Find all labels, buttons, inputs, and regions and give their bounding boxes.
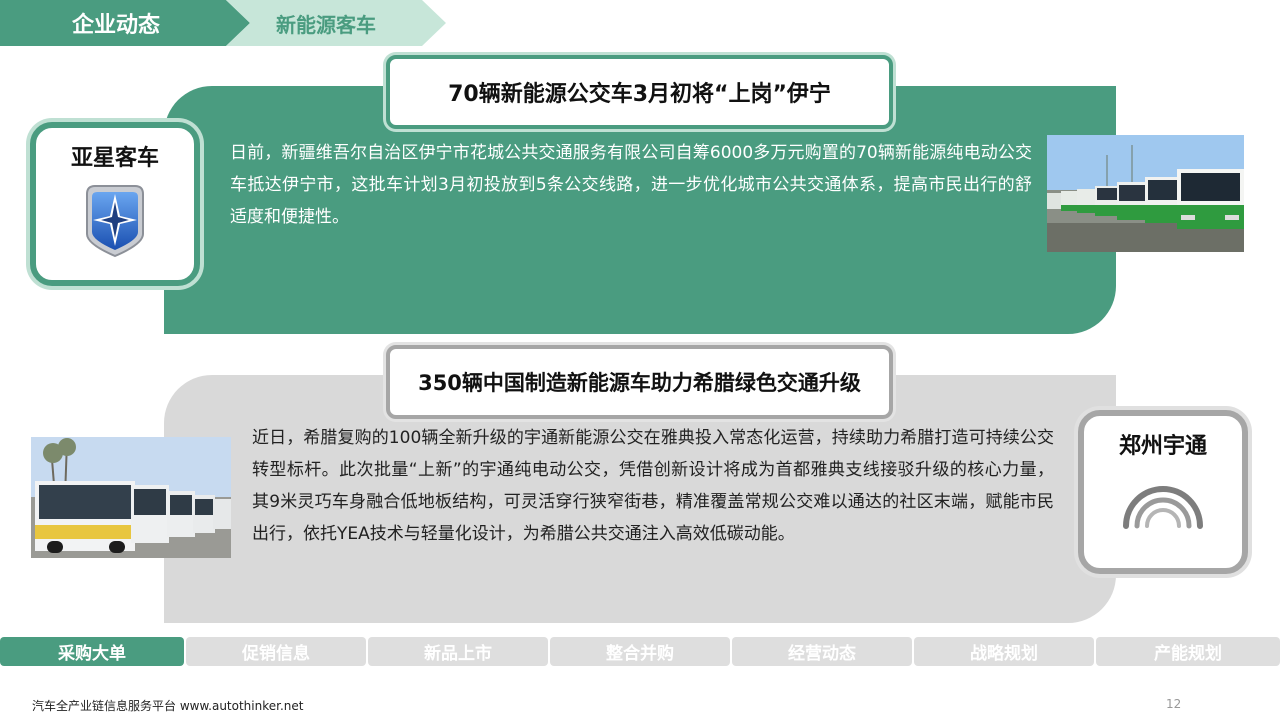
brand-card-yutong: 郑州宇通: [1078, 410, 1248, 574]
footer-text: 汽车全产业链信息服务平台 www.autothinker.net: [32, 699, 304, 713]
tab-new-products[interactable]: 新品上市: [368, 637, 548, 666]
tab-promotions[interactable]: 促销信息: [186, 637, 366, 666]
white-buses-photo: [31, 437, 231, 558]
section-title: 企业动态: [72, 13, 161, 38]
brand-name: 亚星客车: [70, 146, 159, 171]
page-number: 12: [1166, 697, 1182, 711]
tab-mergers[interactable]: 整合并购: [550, 637, 730, 666]
category-tab-bar: 采购大单 促销信息 新品上市 整合并购 经营动态 战略规划 产能规划: [0, 637, 1280, 666]
section-header: 企业动态: [0, 0, 250, 46]
yaxing-star-logo-icon: [86, 185, 144, 258]
tab-strategy[interactable]: 战略规划: [914, 637, 1094, 666]
story-body-2: 近日，希腊复购的100辆全新升级的宇通新能源公交在雅典投入常态化运营，持续助力希…: [252, 428, 1054, 544]
tab-purchase-orders[interactable]: 采购大单: [0, 637, 184, 666]
tab-operations[interactable]: 经营动态: [732, 637, 912, 666]
brand-name: 郑州宇通: [1118, 434, 1207, 459]
yutong-arcs-logo-icon: [1123, 486, 1203, 529]
story-title-1: 70辆新能源公交车3月初将“上岗”伊宁: [386, 55, 893, 129]
tab-capacity[interactable]: 产能规划: [1096, 637, 1280, 666]
subsection-header: 新能源客车: [226, 0, 446, 46]
story-title-2: 350辆中国制造新能源车助力希腊绿色交通升级: [386, 345, 893, 419]
brand-card-yaxing: 亚星客车: [30, 122, 200, 286]
green-buses-photo: [1047, 135, 1244, 252]
subsection-title: 新能源客车: [276, 12, 376, 37]
story-body-1: 日前，新疆维吾尔自治区伊宁市花城公共交通服务有限公司自筹6000多万元购置的70…: [230, 143, 1032, 227]
